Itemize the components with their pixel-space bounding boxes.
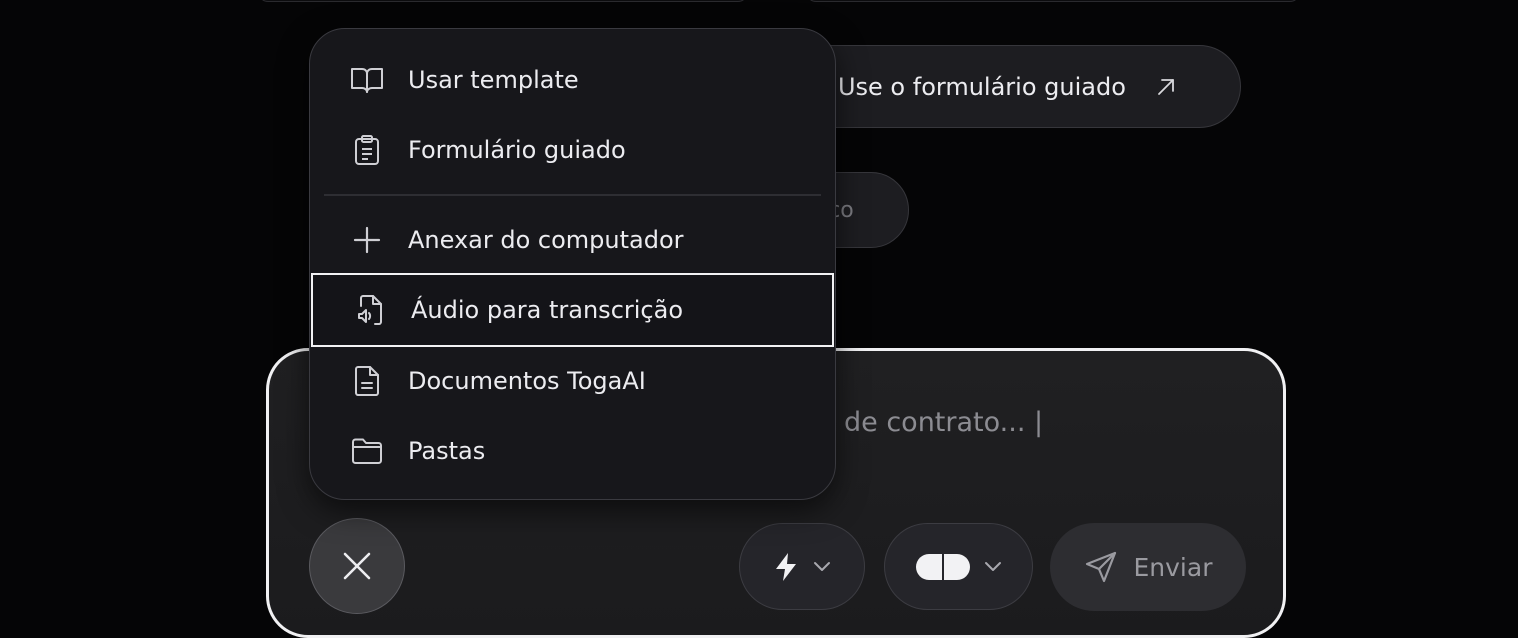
menu-item-label: Documentos TogaAI: [408, 367, 646, 395]
audio-file-icon: [353, 293, 387, 327]
app-page: z? Use o formulário guiado rico de contr…: [0, 0, 1518, 638]
lightning-icon: [773, 552, 799, 582]
menu-item-label: Áudio para transcrição: [411, 296, 684, 324]
menu-item-folders[interactable]: Pastas: [310, 414, 835, 488]
close-icon: [342, 551, 372, 581]
chevron-down-icon: [984, 561, 1002, 573]
close-menu-button[interactable]: [309, 518, 405, 614]
guided-form-suggestion-label: z? Use o formulário guiado: [805, 72, 1126, 101]
menu-divider: [324, 194, 821, 196]
folder-icon: [350, 434, 384, 468]
toggle-chip-icon: [915, 553, 970, 580]
menu-item-guided-form[interactable]: Formulário guiado: [310, 113, 835, 187]
menu-item-label: Pastas: [408, 437, 486, 465]
top-card-right: [806, 0, 1300, 2]
chevron-down-icon: [813, 561, 831, 573]
menu-item-label: Formulário guiado: [408, 136, 626, 164]
guided-form-suggestion[interactable]: z? Use o formulário guiado: [780, 45, 1241, 128]
composer-input[interactable]: de contrato... |: [844, 407, 1043, 438]
mode-selector-button[interactable]: [739, 523, 865, 610]
menu-item-label: Anexar do computador: [408, 226, 684, 254]
model-selector-button[interactable]: [884, 523, 1033, 610]
menu-item-use-template[interactable]: Usar template: [310, 43, 835, 117]
clipboard-icon: [350, 133, 384, 167]
menu-item-attach-computer[interactable]: Anexar do computador: [310, 203, 835, 277]
menu-item-togaai-documents[interactable]: Documentos TogaAI: [310, 344, 835, 418]
menu-item-label: Usar template: [408, 66, 579, 94]
top-card-left: [258, 0, 748, 2]
menu-item-audio-transcription[interactable]: Áudio para transcrição: [311, 273, 834, 347]
arrow-up-right-icon: [1154, 75, 1178, 99]
book-open-icon: [350, 63, 384, 97]
send-button[interactable]: Enviar: [1050, 523, 1246, 611]
send-icon: [1084, 550, 1118, 584]
send-button-label: Enviar: [1133, 552, 1213, 582]
document-icon: [350, 364, 384, 398]
plus-icon: [350, 223, 384, 257]
attach-menu: Usar template Formulário guiado Anexar d…: [309, 28, 836, 500]
